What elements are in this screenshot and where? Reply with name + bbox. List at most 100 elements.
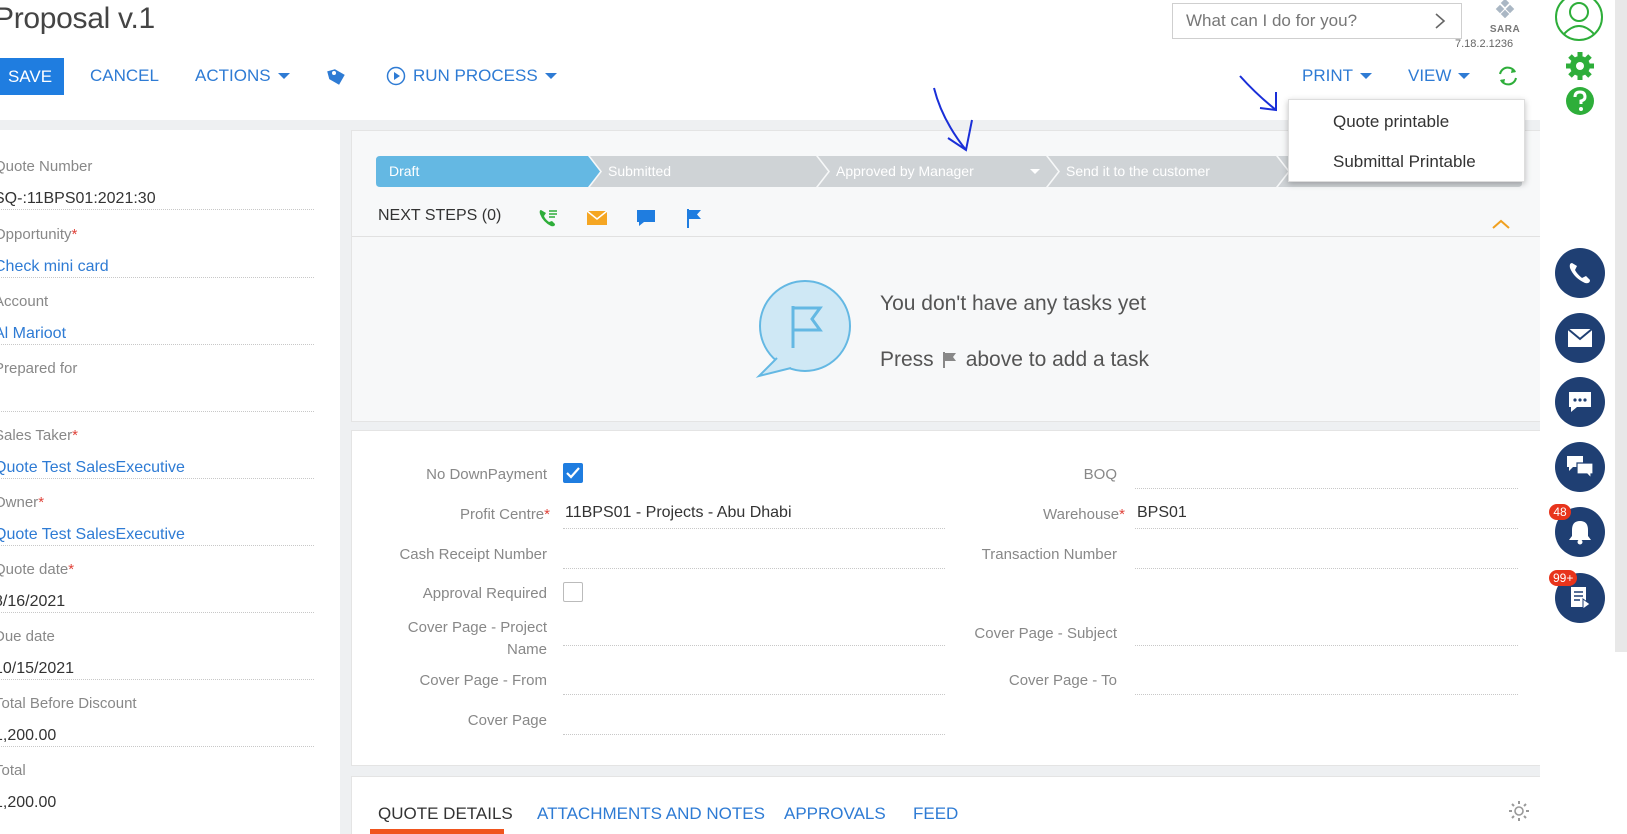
caret-down-icon <box>544 73 557 79</box>
field-value[interactable] <box>0 386 314 412</box>
stage-dropdown-icon[interactable] <box>1030 169 1040 174</box>
field-label: Quote date* <box>0 561 75 578</box>
save-button[interactable]: SAVE <box>0 58 64 95</box>
boq-field[interactable] <box>1135 461 1518 489</box>
cover-to-field[interactable] <box>1135 667 1518 695</box>
chevron-right-icon[interactable] <box>1431 11 1449 31</box>
cancel-button[interactable]: CANCEL <box>90 66 159 86</box>
profit-centre-field[interactable]: 11BPS01 - Projects - Abu Dhabi <box>563 501 945 529</box>
field-value[interactable]: 1,200.00 <box>0 788 314 814</box>
field-value[interactable]: SQ-:11BPS01:2021:30 <box>0 184 314 210</box>
cover-subject-field[interactable] <box>1135 618 1518 646</box>
menu-item-quote-printable[interactable]: Quote printable <box>1333 112 1449 132</box>
field-prepared-for: Prepared for <box>0 360 314 412</box>
cover-page-field[interactable] <box>563 707 945 735</box>
chat-button[interactable] <box>1555 377 1605 427</box>
settings-gear-icon[interactable] <box>1508 800 1530 822</box>
cover-to-label: Cover Page - To <box>1008 672 1117 689</box>
field-sales-taker: Sales Taker* Quote Test SalesExecutive <box>0 427 314 479</box>
field-label: Due date <box>0 628 55 645</box>
tab-attachments-and-notes[interactable]: ATTACHMENTS AND NOTES <box>537 804 765 824</box>
cash-receipt-label: Cash Receipt Number <box>399 546 547 563</box>
empty-tasks-illustration <box>755 280 851 378</box>
play-circle-icon <box>386 66 406 86</box>
active-tab-indicator <box>370 829 504 834</box>
notifications-badge: 48 <box>1549 504 1571 520</box>
tab-quote-details[interactable]: QUOTE DETAILS <box>378 804 513 824</box>
field-value[interactable]: 10/15/2021 <box>0 654 314 680</box>
stage-submitted[interactable]: Submitted <box>596 156 671 187</box>
chat-icon[interactable] <box>635 207 657 229</box>
next-steps-header[interactable]: NEXT STEPS (0) <box>378 207 501 225</box>
bell-icon <box>1569 521 1591 545</box>
version-label: 7.18.2.1236 <box>1455 38 1514 50</box>
field-account: Account Al Marioot <box>0 293 314 345</box>
print-button[interactable]: PRINT <box>1302 66 1372 86</box>
print-label: PRINT <box>1302 66 1353 85</box>
view-button[interactable]: VIEW <box>1408 66 1471 86</box>
hint-text-before: Press <box>880 348 934 371</box>
search-input[interactable] <box>1173 4 1413 38</box>
field-value[interactable]: 8/16/2021 <box>0 587 314 613</box>
annotation-arrow-stage <box>933 87 973 152</box>
tab-approvals[interactable]: APPROVALS <box>784 804 886 824</box>
cover-from-field[interactable] <box>563 667 945 695</box>
email-button[interactable] <box>1555 313 1605 363</box>
field-label: Account <box>0 293 49 310</box>
logo-diamond-icon <box>1495 0 1515 19</box>
divider <box>352 236 1544 237</box>
profit-centre-label: Profit Centre* <box>459 506 550 523</box>
boq-label: BOQ <box>1083 466 1117 483</box>
chat-bubble-icon <box>1569 392 1591 412</box>
field-label: Quote Number <box>0 158 93 175</box>
user-avatar-icon[interactable] <box>1554 0 1604 42</box>
phone-button[interactable] <box>1555 248 1605 298</box>
cash-receipt-field[interactable] <box>563 541 945 569</box>
refresh-icon[interactable] <box>1496 64 1520 88</box>
opportunity-link[interactable]: Check mini card <box>0 252 314 278</box>
annotation-arrow-print <box>1239 75 1277 112</box>
field-label: Sales Taker* <box>0 427 78 444</box>
field-value[interactable]: 1,200.00 <box>0 721 314 747</box>
system-settings-gear-icon[interactable] <box>1564 50 1596 82</box>
field-total: Total 1,200.00 <box>0 762 314 814</box>
logo-text: SARA <box>1489 24 1521 35</box>
stage-approved-by-manager[interactable]: Approved by Manager <box>824 156 974 187</box>
caret-down-icon <box>1360 73 1372 79</box>
collapse-chevron-icon[interactable] <box>1491 218 1511 230</box>
actions-button[interactable]: ACTIONS <box>195 66 290 86</box>
tasks-badge: 99+ <box>1549 570 1578 586</box>
field-label: Prepared for <box>0 360 78 377</box>
document-task-icon <box>1571 587 1591 610</box>
stage-send-to-customer[interactable]: Send it to the customer <box>1054 156 1210 187</box>
tab-feed[interactable]: FEED <box>913 804 958 824</box>
tag-icon[interactable] <box>326 66 348 86</box>
email-icon[interactable] <box>586 207 608 229</box>
cover-subject-label: Cover Page - Subject <box>974 625 1117 642</box>
cancel-label: CANCEL <box>90 66 159 85</box>
field-opportunity: Opportunity* Check mini card <box>0 226 314 278</box>
communication-panel: 48 99+ <box>1540 0 1627 834</box>
page-title: Proposal v.1 <box>0 2 155 35</box>
approval-required-checkbox[interactable] <box>563 582 583 602</box>
sales-taker-link[interactable]: Quote Test SalesExecutive <box>0 453 314 479</box>
vertical-scrollbar[interactable] <box>1615 0 1627 652</box>
cover-project-field[interactable] <box>563 618 945 646</box>
call-icon[interactable] <box>537 207 559 229</box>
no-downpayment-checkbox[interactable] <box>563 463 583 483</box>
messenger-button[interactable] <box>1555 442 1605 492</box>
transaction-number-field[interactable] <box>1135 541 1518 569</box>
stage-draft[interactable]: Draft <box>376 156 419 187</box>
run-process-button[interactable]: RUN PROCESS <box>386 66 557 86</box>
field-label: Owner* <box>0 494 45 511</box>
flag-icon[interactable] <box>683 207 705 229</box>
company-logo: SARA <box>1485 0 1525 35</box>
help-question-icon[interactable] <box>1565 86 1595 116</box>
account-link[interactable]: Al Marioot <box>0 319 314 345</box>
command-search[interactable] <box>1172 3 1462 39</box>
warehouse-field[interactable]: BPS01 <box>1135 501 1518 529</box>
transaction-number-label: Transaction Number <box>981 546 1117 563</box>
menu-item-submittal-printable[interactable]: Submittal Printable <box>1333 152 1476 172</box>
field-label: Total <box>0 762 26 779</box>
owner-link[interactable]: Quote Test SalesExecutive <box>0 520 314 546</box>
